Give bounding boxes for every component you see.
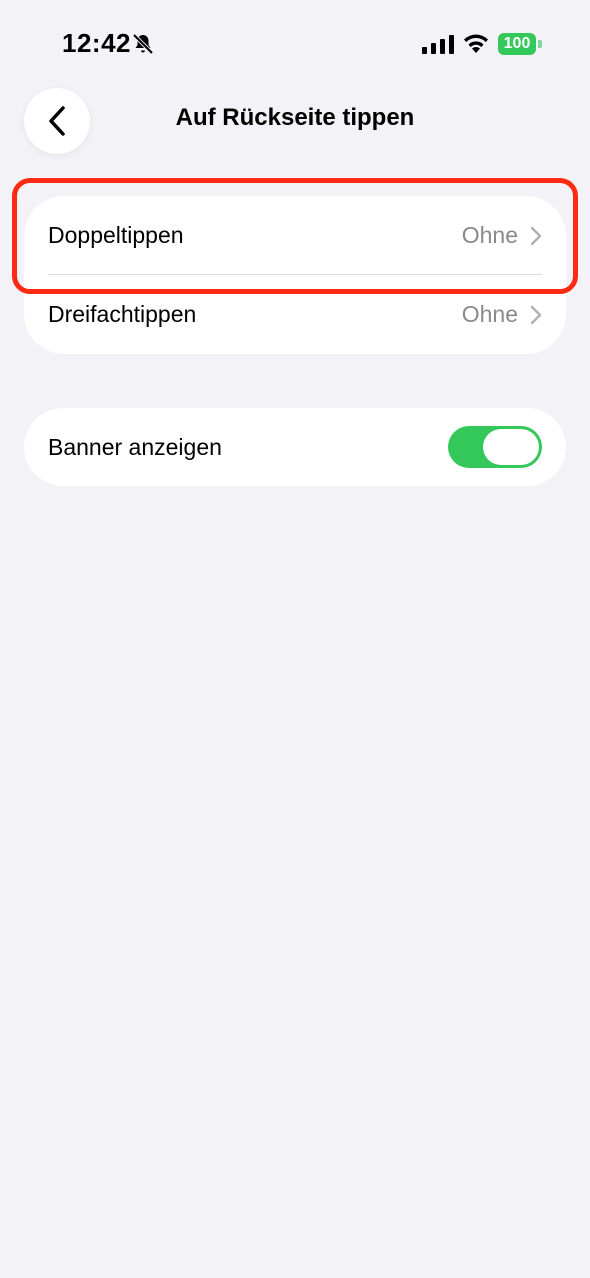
chevron-right-icon bbox=[530, 226, 542, 245]
list-item-double-tap[interactable]: Doppeltippen Ohne bbox=[24, 196, 566, 275]
page-title: Auf Rückseite tippen bbox=[175, 104, 415, 131]
row-value: Ohne bbox=[461, 222, 518, 248]
toggle-knob bbox=[483, 429, 539, 465]
row-label: Doppeltippen bbox=[48, 222, 184, 248]
battery-level: 100 bbox=[498, 33, 536, 55]
cellular-signal-icon bbox=[422, 35, 454, 54]
tap-actions-group: Doppeltippen Ohne Dreifachtippen Ohne bbox=[24, 196, 566, 354]
bell-slash-icon bbox=[132, 33, 154, 55]
status-bar: 12:42 100 bbox=[0, 0, 590, 88]
battery-tip bbox=[538, 40, 542, 48]
battery-icon: 100 bbox=[498, 33, 542, 55]
banner-group: Banner anzeigen bbox=[24, 408, 566, 486]
banner-toggle[interactable] bbox=[448, 426, 542, 468]
row-value: Ohne bbox=[461, 301, 518, 327]
chevron-right-icon bbox=[530, 305, 542, 324]
list-item-triple-tap[interactable]: Dreifachtippen Ohne bbox=[24, 275, 566, 354]
wifi-icon bbox=[464, 34, 488, 53]
list-item-show-banner: Banner anzeigen bbox=[24, 408, 566, 486]
row-label: Dreifachtippen bbox=[48, 301, 197, 327]
row-label: Banner anzeigen bbox=[48, 433, 222, 460]
status-time: 12:42 bbox=[62, 28, 131, 58]
